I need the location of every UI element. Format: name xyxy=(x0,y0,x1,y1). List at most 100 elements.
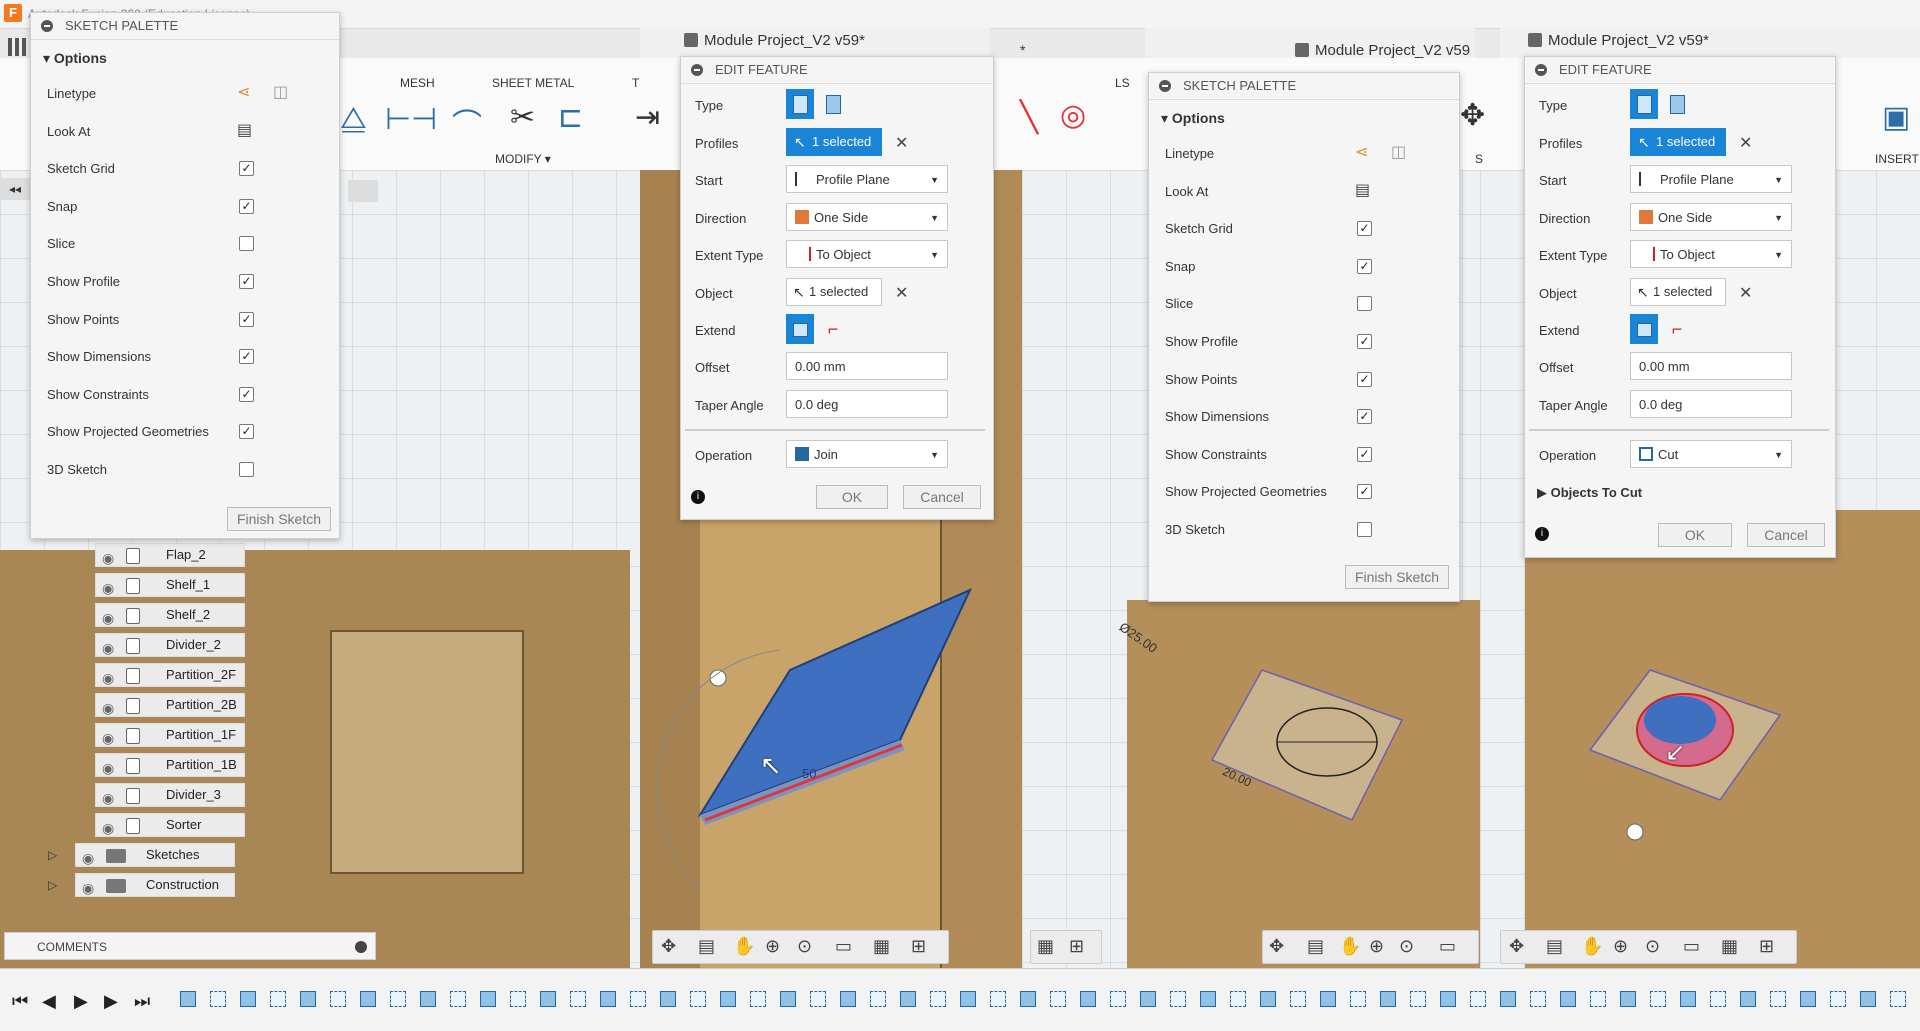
extrude-feature-icon[interactable] xyxy=(1380,991,1396,1007)
clear-selection-icon[interactable]: ✕ xyxy=(895,283,908,303)
show-points-checkbox[interactable]: ✓ xyxy=(239,311,254,327)
tab-truncated[interactable]: T xyxy=(632,76,639,90)
viewports-icon[interactable]: ⊞ xyxy=(911,936,926,957)
profiles-selector[interactable]: 1 selected xyxy=(1630,128,1726,156)
extrude-feature-icon[interactable] xyxy=(1620,991,1636,1007)
sketch-feature-icon[interactable] xyxy=(1050,991,1066,1007)
sketch-feature-icon[interactable] xyxy=(1170,991,1186,1007)
collapse-icon[interactable] xyxy=(691,64,703,76)
expand-arrow-icon[interactable]: ▷ xyxy=(48,878,57,892)
extrude-feature-icon[interactable] xyxy=(1500,991,1516,1007)
extrude-solid-icon[interactable] xyxy=(1630,89,1658,119)
clear-selection-icon[interactable]: ✕ xyxy=(895,133,908,153)
extrude-feature-icon[interactable] xyxy=(1740,991,1756,1007)
sketch-feature-icon[interactable] xyxy=(1470,991,1486,1007)
sketch-feature-icon[interactable] xyxy=(1770,991,1786,1007)
orbit-icon[interactable]: ✥ xyxy=(1269,936,1284,957)
snap-checkbox[interactable]: ✓ xyxy=(1357,258,1372,274)
trim-scissors-icon[interactable]: ✂ xyxy=(510,100,535,135)
slice-checkbox[interactable] xyxy=(239,236,254,252)
fillet-icon[interactable]: ⌒ xyxy=(452,100,482,144)
sketch-feature-icon[interactable] xyxy=(630,991,646,1007)
sketch-feature-icon[interactable] xyxy=(1230,991,1246,1007)
tab-tools-truncated[interactable]: LS xyxy=(1115,76,1130,90)
start-select[interactable]: Profile Plane ▼ xyxy=(1630,165,1792,193)
sketch-feature-icon[interactable] xyxy=(570,991,586,1007)
tree-item[interactable]: ◉ Partition_2F xyxy=(95,663,245,687)
line-icon[interactable]: ╲ xyxy=(1020,100,1038,135)
tree-item[interactable]: ◉ Shelf_2 xyxy=(95,603,245,627)
show-constraints-checkbox[interactable]: ✓ xyxy=(1357,446,1372,462)
display-settings-icon[interactable]: ▭ xyxy=(835,936,852,957)
sketch-feature-icon[interactable] xyxy=(1530,991,1546,1007)
centerline-icon[interactable]: ◫ xyxy=(273,82,288,102)
sketch-feature-icon[interactable] xyxy=(990,991,1006,1007)
eye-icon[interactable]: ◉ xyxy=(102,547,114,569)
look-at-icon[interactable]: ▤ xyxy=(698,936,715,957)
app-grid-icon[interactable] xyxy=(8,38,26,56)
pan-icon[interactable]: ✋ xyxy=(1339,936,1361,957)
eye-icon[interactable]: ◉ xyxy=(82,877,94,899)
sketch-feature-icon[interactable] xyxy=(930,991,946,1007)
construction-linetype-icon[interactable]: ⋖ xyxy=(237,82,250,102)
palette-header[interactable]: SKETCH PALETTE xyxy=(31,13,339,40)
edit-feature-header[interactable]: EDIT FEATURE xyxy=(681,57,993,84)
extrude-feature-icon[interactable] xyxy=(1260,991,1276,1007)
snap-checkbox[interactable]: ✓ xyxy=(239,198,254,214)
tab-sheet-metal[interactable]: SHEET METAL xyxy=(492,76,574,90)
extrude-feature-icon[interactable] xyxy=(420,991,436,1007)
tree-item[interactable]: ◉ Partition_1B xyxy=(95,753,245,777)
viewports-icon[interactable]: ⊞ xyxy=(1069,936,1084,957)
sketch-feature-icon[interactable] xyxy=(1410,991,1426,1007)
comments-bar[interactable]: COMMENTS xyxy=(4,932,376,960)
info-icon[interactable]: i xyxy=(1535,527,1549,541)
look-at-icon[interactable]: ▤ xyxy=(1355,180,1370,200)
document-tab[interactable]: Module Project_V2 v59* xyxy=(1528,32,1709,49)
collapse-icon[interactable] xyxy=(41,20,53,32)
eye-icon[interactable]: ◉ xyxy=(102,727,114,749)
eye-icon[interactable]: ◉ xyxy=(82,847,94,869)
tree-item[interactable]: ◉ Partition_2B xyxy=(95,693,245,717)
cancel-button[interactable]: Cancel xyxy=(1747,523,1825,547)
extrude-feature-icon[interactable] xyxy=(600,991,616,1007)
eye-icon[interactable]: ◉ xyxy=(102,817,114,839)
extrude-feature-icon[interactable] xyxy=(1800,991,1816,1007)
tree-item[interactable]: ◉ Divider_2 xyxy=(95,633,245,657)
options-section[interactable]: ▾ Options xyxy=(31,40,339,74)
cancel-button[interactable]: Cancel xyxy=(903,485,981,509)
zoom-window-icon[interactable]: ⊙ xyxy=(1399,936,1414,957)
document-tab[interactable]: Module Project_V2 v59 xyxy=(1295,42,1470,59)
tree-item[interactable]: ◉ Divider_3 xyxy=(95,783,245,807)
show-projected-checkbox[interactable]: ✓ xyxy=(239,424,254,440)
look-at-icon[interactable]: ▤ xyxy=(237,120,252,140)
show-projected-checkbox[interactable]: ✓ xyxy=(1357,484,1372,500)
edit-feature-header[interactable]: EDIT FEATURE xyxy=(1525,57,1835,84)
direction-select[interactable]: One Side ▼ xyxy=(786,203,948,231)
palette-header[interactable]: SKETCH PALETTE xyxy=(1149,73,1459,100)
clear-selection-icon[interactable]: ✕ xyxy=(1739,133,1752,153)
sketch-feature-icon[interactable] xyxy=(1710,991,1726,1007)
tab-mesh[interactable]: MESH xyxy=(400,76,435,90)
operation-select[interactable]: Join ▼ xyxy=(786,440,948,468)
orbit-icon[interactable]: ✥ xyxy=(1509,936,1524,957)
eye-icon[interactable]: ◉ xyxy=(102,577,114,599)
extrude-feature-icon[interactable] xyxy=(1680,991,1696,1007)
min-solution-icon[interactable]: ⌐ xyxy=(819,314,847,344)
mirror-icon[interactable]: ⧋ xyxy=(340,102,367,136)
extrude-feature-icon[interactable] xyxy=(1860,991,1876,1007)
extrude-feature-icon[interactable] xyxy=(240,991,256,1007)
start-select[interactable]: Profile Plane ▼ xyxy=(786,165,948,193)
extrude-feature-icon[interactable] xyxy=(1080,991,1096,1007)
extrude-feature-icon[interactable] xyxy=(840,991,856,1007)
extrude-feature-icon[interactable] xyxy=(780,991,796,1007)
tree-folder[interactable]: ◉ Sketches xyxy=(75,843,235,867)
drag-arrow-icon[interactable]: ↙ xyxy=(1665,738,1685,767)
sketch-feature-icon[interactable] xyxy=(1830,991,1846,1007)
orbit-icon[interactable]: ✥ xyxy=(661,936,676,957)
document-tab[interactable]: Module Project_V2 v59* xyxy=(684,32,865,49)
eye-icon[interactable]: ◉ xyxy=(102,787,114,809)
extrude-feature-icon[interactable] xyxy=(540,991,556,1007)
slice-checkbox[interactable] xyxy=(1357,296,1372,312)
zoom-icon[interactable]: ⊕ xyxy=(765,936,780,957)
eye-icon[interactable]: ◉ xyxy=(102,697,114,719)
